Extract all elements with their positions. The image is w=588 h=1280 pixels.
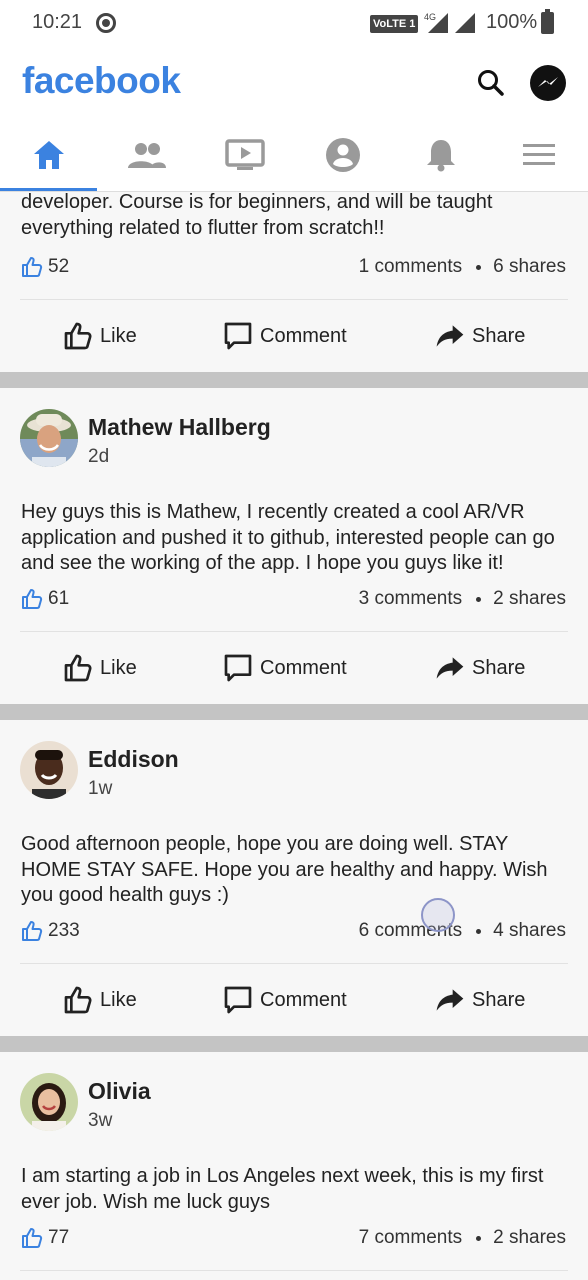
comment-icon [224, 654, 252, 682]
share-icon [436, 325, 464, 347]
avatar[interactable] [20, 409, 78, 467]
post-author[interactable]: Mathew Hallberg [88, 414, 271, 441]
news-feed[interactable]: developer. Course is for beginners, and … [0, 192, 588, 1280]
battery-percent: 100% [486, 11, 538, 33]
post-time: 1w [88, 778, 113, 799]
post-author[interactable]: Eddison [88, 746, 179, 773]
post-card: Eddison 1w Good afternoon people, hope y… [0, 720, 588, 1036]
share-icon [436, 989, 464, 1011]
post-stats: 7 comments 2 shares [359, 1225, 566, 1251]
tab-home[interactable] [0, 118, 98, 192]
thumbs-up-icon [64, 654, 92, 682]
shares-count[interactable]: 6 shares [493, 256, 566, 278]
battery-icon [541, 9, 554, 34]
bullet-separator [476, 596, 482, 602]
shares-count[interactable]: 2 shares [493, 588, 566, 610]
share-icon [436, 657, 464, 679]
tab-notifications[interactable] [392, 118, 490, 192]
thumbs-up-icon [22, 257, 43, 277]
comment-icon [224, 322, 252, 350]
like-count: 52 [20, 254, 69, 280]
thumbs-up-icon [64, 986, 92, 1014]
thumbs-up-icon [64, 322, 92, 350]
divider [20, 963, 568, 964]
touch-indicator [421, 898, 455, 932]
like-count: 77 [20, 1225, 69, 1251]
bullet-separator [476, 264, 482, 270]
bullet-separator [476, 928, 482, 934]
post-card: developer. Course is for beginners, and … [0, 192, 588, 372]
post-card: Olivia 3w I am starting a job in Los Ang… [0, 1052, 588, 1280]
status-time: 10:21 [32, 11, 83, 33]
comment-button[interactable]: Comment [222, 982, 347, 1018]
notifications-icon [427, 140, 455, 172]
comments-count[interactable]: 3 comments [359, 588, 462, 610]
comment-button[interactable]: Comment [222, 318, 347, 354]
post-stats: 3 comments 2 shares [359, 586, 566, 612]
divider [20, 1270, 568, 1271]
post-separator [0, 704, 588, 720]
post-separator [0, 372, 588, 388]
app-bar: facebook [0, 48, 588, 118]
divider [20, 631, 568, 632]
active-tab-indicator [0, 188, 97, 191]
comment-icon [224, 986, 252, 1014]
signal-icon [428, 13, 448, 33]
tab-watch[interactable] [196, 118, 294, 192]
tab-profile[interactable] [294, 118, 392, 192]
record-icon [96, 13, 116, 33]
home-icon [34, 141, 64, 169]
volte-badge: VoLTE 1 [370, 15, 419, 33]
shares-count[interactable]: 4 shares [493, 920, 566, 942]
post-text: Hey guys this is Mathew, I recently crea… [21, 501, 555, 574]
app-logo[interactable]: facebook [22, 60, 181, 102]
tab-menu[interactable] [490, 118, 588, 192]
watch-icon [225, 139, 265, 170]
post-author[interactable]: Olivia [88, 1078, 151, 1105]
thumbs-up-icon [22, 921, 43, 941]
menu-icon [523, 144, 555, 165]
share-button[interactable]: Share [434, 318, 525, 354]
search-icon [478, 70, 504, 96]
post-text: I am starting a job in Los Angeles next … [21, 1165, 544, 1213]
search-button[interactable] [474, 66, 508, 100]
shares-count[interactable]: 2 shares [493, 1227, 566, 1249]
post-time: 3w [88, 1110, 113, 1131]
tab-bar [0, 118, 588, 192]
messenger-icon [538, 77, 558, 87]
comments-count[interactable]: 1 comments [359, 256, 462, 278]
messenger-button[interactable] [530, 65, 566, 101]
post-stats: 1 comments 6 shares [359, 254, 566, 280]
post-text: Good afternoon people, hope you are doin… [21, 833, 548, 906]
thumbs-up-icon [22, 589, 43, 609]
friends-icon [128, 143, 166, 168]
share-button[interactable]: Share [434, 650, 525, 686]
like-count: 61 [20, 586, 69, 612]
status-bar: 10:21 VoLTE 1 4G 100% [0, 0, 588, 48]
comment-button[interactable]: Comment [222, 650, 347, 686]
like-button[interactable]: Like [62, 982, 137, 1018]
post-separator [0, 1036, 588, 1052]
post-time: 2d [88, 446, 110, 467]
post-text: developer. Course is for beginners, and … [21, 192, 493, 239]
profile-icon [326, 138, 360, 172]
avatar[interactable] [20, 741, 78, 799]
like-count: 233 [20, 918, 80, 944]
divider [20, 299, 568, 300]
thumbs-up-icon [22, 1228, 43, 1248]
post-stats: 6 comments 4 shares [359, 918, 566, 944]
avatar[interactable] [20, 1073, 78, 1131]
signal-icon-2 [455, 13, 475, 33]
share-button[interactable]: Share [434, 982, 525, 1018]
post-card: Mathew Hallberg 2d Hey guys this is Math… [0, 388, 588, 704]
like-button[interactable]: Like [62, 318, 137, 354]
like-button[interactable]: Like [62, 650, 137, 686]
comments-count[interactable]: 7 comments [359, 1227, 462, 1249]
tab-friends[interactable] [98, 118, 196, 192]
bullet-separator [476, 1235, 482, 1241]
